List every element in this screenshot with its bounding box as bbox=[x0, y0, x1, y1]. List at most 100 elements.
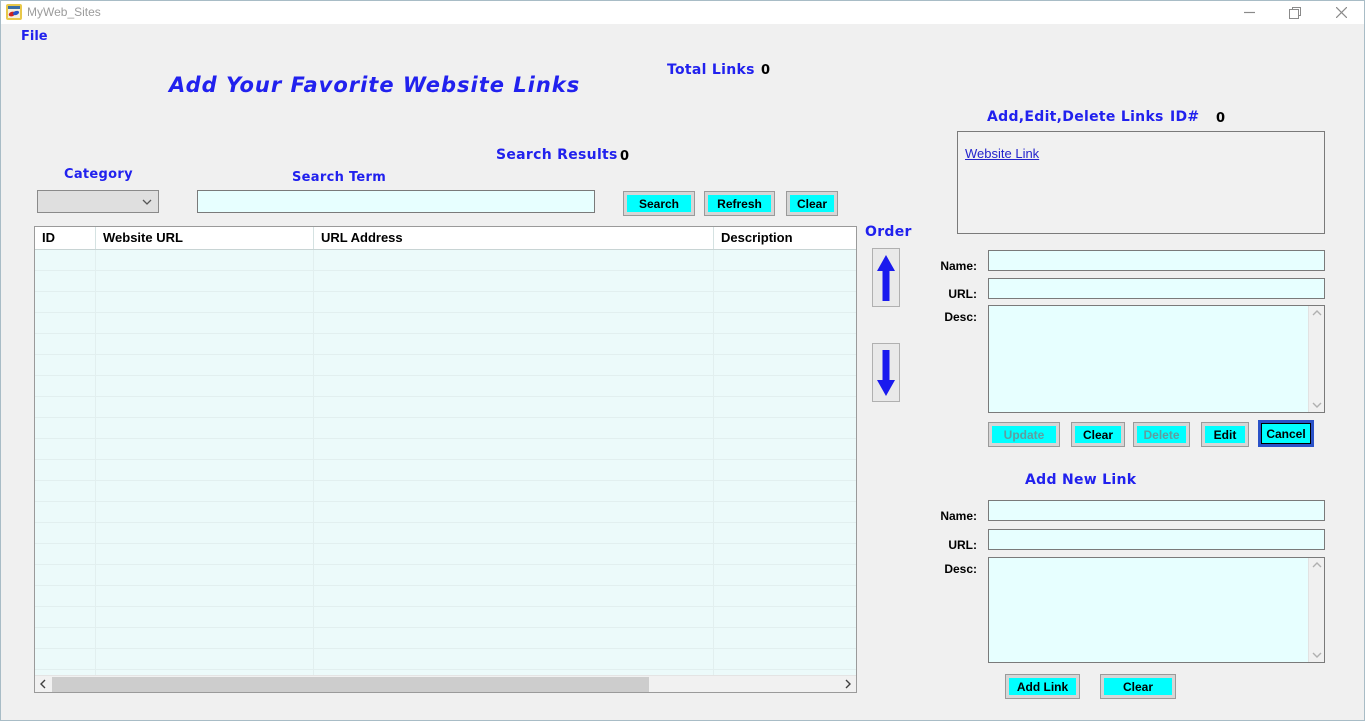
website-link[interactable]: Website Link bbox=[965, 146, 1039, 161]
table-cell[interactable] bbox=[35, 649, 96, 669]
table-row[interactable] bbox=[35, 565, 856, 586]
add-name-input[interactable] bbox=[988, 500, 1325, 521]
table-cell[interactable] bbox=[314, 481, 714, 501]
table-cell[interactable] bbox=[35, 586, 96, 606]
table-cell[interactable] bbox=[714, 355, 856, 375]
table-row[interactable] bbox=[35, 313, 856, 334]
table-cell[interactable] bbox=[714, 292, 856, 312]
update-button[interactable]: Update bbox=[989, 423, 1059, 446]
table-cell[interactable] bbox=[714, 313, 856, 333]
table-cell[interactable] bbox=[314, 628, 714, 648]
table-cell[interactable] bbox=[714, 481, 856, 501]
table-cell[interactable] bbox=[96, 544, 314, 564]
table-cell[interactable] bbox=[35, 355, 96, 375]
hscroll-thumb[interactable] bbox=[52, 677, 649, 692]
table-cell[interactable] bbox=[35, 523, 96, 543]
table-cell[interactable] bbox=[35, 271, 96, 291]
table-cell[interactable] bbox=[35, 418, 96, 438]
table-cell[interactable] bbox=[714, 397, 856, 417]
table-cell[interactable] bbox=[714, 334, 856, 354]
table-cell[interactable] bbox=[35, 460, 96, 480]
category-select[interactable] bbox=[37, 190, 159, 213]
minimize-button[interactable] bbox=[1226, 1, 1272, 24]
table-cell[interactable] bbox=[96, 565, 314, 585]
column-header[interactable]: ID bbox=[35, 227, 96, 249]
table-row[interactable] bbox=[35, 607, 856, 628]
edit-desc-scrollbar[interactable] bbox=[1308, 306, 1324, 412]
move-up-button[interactable] bbox=[872, 248, 900, 307]
table-cell[interactable] bbox=[314, 313, 714, 333]
table-cell[interactable] bbox=[314, 334, 714, 354]
table-cell[interactable] bbox=[96, 292, 314, 312]
table-cell[interactable] bbox=[714, 565, 856, 585]
table-cell[interactable] bbox=[96, 250, 314, 270]
table-cell[interactable] bbox=[96, 355, 314, 375]
table-cell[interactable] bbox=[714, 649, 856, 669]
table-row[interactable] bbox=[35, 355, 856, 376]
table-cell[interactable] bbox=[314, 502, 714, 522]
table-cell[interactable] bbox=[96, 523, 314, 543]
table-cell[interactable] bbox=[35, 292, 96, 312]
table-cell[interactable] bbox=[96, 271, 314, 291]
table-cell[interactable] bbox=[314, 649, 714, 669]
clear-search-button[interactable]: Clear bbox=[787, 192, 837, 215]
edit-name-input[interactable] bbox=[988, 250, 1325, 271]
table-cell[interactable] bbox=[714, 544, 856, 564]
table-cell[interactable] bbox=[96, 607, 314, 627]
table-cell[interactable] bbox=[96, 313, 314, 333]
table-cell[interactable] bbox=[96, 649, 314, 669]
table-cell[interactable] bbox=[714, 502, 856, 522]
table-cell[interactable] bbox=[314, 439, 714, 459]
search-button[interactable]: Search bbox=[624, 192, 694, 215]
add-url-input[interactable] bbox=[988, 529, 1325, 550]
table-cell[interactable] bbox=[96, 502, 314, 522]
table-row[interactable] bbox=[35, 397, 856, 418]
table-cell[interactable] bbox=[35, 628, 96, 648]
table-row[interactable] bbox=[35, 523, 856, 544]
menu-item-file[interactable]: File bbox=[15, 27, 54, 46]
table-cell[interactable] bbox=[35, 334, 96, 354]
close-button[interactable] bbox=[1318, 1, 1364, 24]
table-row[interactable] bbox=[35, 271, 856, 292]
table-cell[interactable] bbox=[314, 250, 714, 270]
table-cell[interactable] bbox=[96, 628, 314, 648]
column-header[interactable]: Description bbox=[714, 227, 856, 249]
table-cell[interactable] bbox=[96, 397, 314, 417]
table-cell[interactable] bbox=[714, 250, 856, 270]
table-row[interactable] bbox=[35, 628, 856, 649]
table-cell[interactable] bbox=[314, 292, 714, 312]
table-cell[interactable] bbox=[314, 607, 714, 627]
table-row[interactable] bbox=[35, 481, 856, 502]
table-cell[interactable] bbox=[96, 460, 314, 480]
table-row[interactable] bbox=[35, 586, 856, 607]
table-cell[interactable] bbox=[96, 418, 314, 438]
table-cell[interactable] bbox=[714, 628, 856, 648]
table-cell[interactable] bbox=[35, 250, 96, 270]
add-desc-scrollbar[interactable] bbox=[1308, 558, 1324, 662]
move-down-button[interactable] bbox=[872, 343, 900, 402]
column-header[interactable]: Website URL bbox=[96, 227, 314, 249]
table-cell[interactable] bbox=[96, 334, 314, 354]
table-cell[interactable] bbox=[314, 397, 714, 417]
table-cell[interactable] bbox=[714, 439, 856, 459]
edit-desc-textarea[interactable] bbox=[989, 306, 1307, 412]
table-cell[interactable] bbox=[714, 586, 856, 606]
cancel-button[interactable]: Cancel bbox=[1261, 423, 1311, 444]
table-cell[interactable] bbox=[96, 586, 314, 606]
table-cell[interactable] bbox=[35, 313, 96, 333]
search-term-input[interactable] bbox=[197, 190, 595, 213]
table-row[interactable] bbox=[35, 460, 856, 481]
hscroll-left-button[interactable] bbox=[35, 676, 51, 692]
table-row[interactable] bbox=[35, 376, 856, 397]
column-header[interactable]: URL Address bbox=[314, 227, 714, 249]
table-cell[interactable] bbox=[35, 565, 96, 585]
table-cell[interactable] bbox=[35, 376, 96, 396]
links-listbox[interactable]: Website Link bbox=[957, 131, 1325, 234]
delete-button[interactable]: Delete bbox=[1134, 423, 1189, 446]
table-cell[interactable] bbox=[96, 376, 314, 396]
table-cell[interactable] bbox=[35, 502, 96, 522]
table-row[interactable] bbox=[35, 292, 856, 313]
table-cell[interactable] bbox=[35, 607, 96, 627]
add-clear-button[interactable]: Clear bbox=[1101, 675, 1175, 698]
add-link-button[interactable]: Add Link bbox=[1006, 675, 1079, 698]
